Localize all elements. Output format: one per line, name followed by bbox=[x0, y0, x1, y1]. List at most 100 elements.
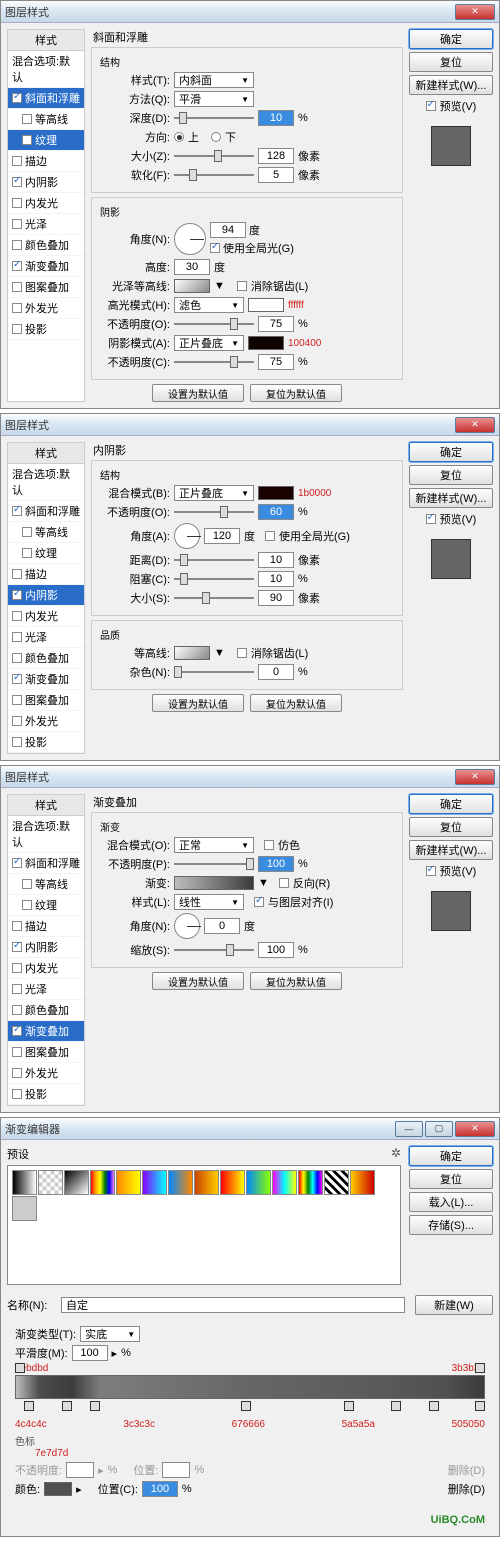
gear-icon[interactable]: ✲ bbox=[391, 1146, 401, 1162]
gradient-style-dropdown[interactable]: 线性▼ bbox=[174, 894, 244, 910]
sidebar-item-texture[interactable]: 纹理 bbox=[8, 130, 84, 151]
choke-slider[interactable] bbox=[174, 572, 254, 586]
preset-swatch[interactable] bbox=[38, 1170, 63, 1195]
color-stop[interactable] bbox=[429, 1401, 439, 1411]
close-icon[interactable]: ✕ bbox=[455, 4, 495, 20]
gradient-name-input[interactable]: 自定 bbox=[61, 1297, 405, 1313]
soften-input[interactable]: 5 bbox=[258, 167, 294, 183]
reset-default-button[interactable]: 复位为默认值 bbox=[250, 972, 342, 990]
preset-swatch[interactable] bbox=[12, 1170, 37, 1195]
angle-dial[interactable] bbox=[174, 223, 206, 255]
sidebar-item-bevel[interactable]: 斜面和浮雕 bbox=[8, 88, 84, 109]
align-checkbox[interactable] bbox=[254, 897, 264, 907]
size-input[interactable]: 128 bbox=[258, 148, 294, 164]
new-button[interactable]: 新建(W) bbox=[415, 1295, 493, 1315]
dir-down-radio[interactable] bbox=[211, 132, 221, 142]
altitude-input[interactable]: 30 bbox=[174, 259, 210, 275]
shadow-color-swatch[interactable] bbox=[248, 336, 284, 350]
soften-slider[interactable] bbox=[174, 168, 254, 182]
set-default-button[interactable]: 设置为默认值 bbox=[152, 972, 244, 990]
gloss-contour-picker[interactable] bbox=[174, 279, 210, 293]
sidebar-item-innerglow[interactable]: 内发光 bbox=[8, 193, 84, 214]
ok-button[interactable]: 确定 bbox=[409, 442, 493, 462]
opacity-slider[interactable] bbox=[174, 505, 254, 519]
color-stop[interactable] bbox=[90, 1401, 100, 1411]
preset-swatch[interactable] bbox=[324, 1170, 349, 1195]
preset-swatch[interactable] bbox=[272, 1170, 297, 1195]
checkbox[interactable] bbox=[12, 93, 22, 103]
shadow-opacity-input[interactable]: 75 bbox=[258, 354, 294, 370]
preset-swatch[interactable] bbox=[64, 1170, 89, 1195]
highlight-opacity-slider[interactable] bbox=[174, 317, 254, 331]
global-light-checkbox[interactable] bbox=[210, 243, 220, 253]
preset-swatch[interactable] bbox=[90, 1170, 115, 1195]
depth-input[interactable]: 10 bbox=[258, 110, 294, 126]
scale-input[interactable]: 100 bbox=[258, 942, 294, 958]
sidebar-item-stroke[interactable]: 描边 bbox=[8, 564, 84, 585]
opacity-input[interactable]: 60 bbox=[258, 504, 294, 520]
close-icon[interactable]: ✕ bbox=[455, 1121, 495, 1137]
color-stop[interactable] bbox=[475, 1401, 485, 1411]
distance-slider[interactable] bbox=[174, 553, 254, 567]
stop-color-swatch[interactable] bbox=[44, 1482, 72, 1496]
opacity-stop[interactable] bbox=[475, 1363, 485, 1373]
sidebar-item-contour[interactable]: 等高线 bbox=[8, 109, 84, 130]
contour-picker[interactable] bbox=[174, 646, 210, 660]
blend-options[interactable]: 混合选项:默认 bbox=[8, 816, 84, 853]
maximize-icon[interactable]: ▢ bbox=[425, 1121, 453, 1137]
preset-swatch[interactable] bbox=[142, 1170, 167, 1195]
reset-default-button[interactable]: 复位为默认值 bbox=[250, 384, 342, 402]
load-button[interactable]: 载入(L)... bbox=[409, 1192, 493, 1212]
checkbox[interactable] bbox=[12, 177, 22, 187]
gradient-type-dropdown[interactable]: 实底▼ bbox=[80, 1326, 140, 1342]
sidebar-item-satin[interactable]: 光泽 bbox=[8, 214, 84, 235]
size-input[interactable]: 90 bbox=[258, 590, 294, 606]
size-slider[interactable] bbox=[174, 149, 254, 163]
ok-button[interactable]: 确定 bbox=[409, 1146, 493, 1166]
angle-input[interactable]: 94 bbox=[210, 222, 246, 238]
angle-input[interactable]: 0 bbox=[204, 918, 240, 934]
sidebar-item-innerglow[interactable]: 内发光 bbox=[8, 606, 84, 627]
opacity-input[interactable]: 100 bbox=[258, 856, 294, 872]
color-stop[interactable] bbox=[344, 1401, 354, 1411]
checkbox[interactable] bbox=[12, 156, 22, 166]
ok-button[interactable]: 确定 bbox=[409, 794, 493, 814]
sidebar-item-contour[interactable]: 等高线 bbox=[8, 522, 84, 543]
blend-mode-dropdown[interactable]: 正片叠底▼ bbox=[174, 485, 254, 501]
sidebar-item-dropshadow[interactable]: 投影 bbox=[8, 319, 84, 340]
highlight-mode-dropdown[interactable]: 滤色▼ bbox=[174, 297, 244, 313]
angle-dial[interactable] bbox=[174, 523, 200, 549]
sidebar-item-outerglow[interactable]: 外发光 bbox=[8, 711, 84, 732]
opacity-stop[interactable] bbox=[15, 1363, 25, 1373]
minimize-icon[interactable]: — bbox=[395, 1121, 423, 1137]
noise-slider[interactable] bbox=[174, 665, 254, 679]
sidebar-item-innershadow[interactable]: 内阴影 bbox=[8, 172, 84, 193]
cancel-button[interactable]: 复位 bbox=[409, 817, 493, 837]
checkbox[interactable] bbox=[12, 198, 22, 208]
sidebar-item-texture[interactable]: 纹理 bbox=[8, 543, 84, 564]
angle-dial[interactable] bbox=[174, 913, 200, 939]
checkbox[interactable] bbox=[12, 261, 22, 271]
sidebar-item-patternoverlay[interactable]: 图案叠加 bbox=[8, 277, 84, 298]
close-icon[interactable]: ✕ bbox=[455, 769, 495, 785]
gradient-bar[interactable] bbox=[15, 1375, 485, 1399]
blend-options[interactable]: 混合选项:默认 bbox=[8, 464, 84, 501]
shadow-mode-dropdown[interactable]: 正片叠底▼ bbox=[174, 335, 244, 351]
sidebar-item-outerglow[interactable]: 外发光 bbox=[8, 298, 84, 319]
method-dropdown[interactable]: 平滑▼ bbox=[174, 91, 254, 107]
sidebar-item-gradoverlay[interactable]: 渐变叠加 bbox=[8, 256, 84, 277]
dir-up-radio[interactable] bbox=[174, 132, 184, 142]
preset-swatch[interactable] bbox=[350, 1170, 375, 1195]
sidebar-item-gradoverlay[interactable]: 渐变叠加 bbox=[8, 1021, 84, 1042]
preview-checkbox[interactable] bbox=[426, 101, 436, 111]
sidebar-item-innershadow[interactable]: 内阴影 bbox=[8, 585, 84, 606]
sidebar-item-bevel[interactable]: 斜面和浮雕 bbox=[8, 501, 84, 522]
gradient-picker[interactable] bbox=[174, 876, 254, 890]
preset-swatch[interactable] bbox=[194, 1170, 219, 1195]
sidebar-item-dropshadow[interactable]: 投影 bbox=[8, 732, 84, 753]
preset-grid[interactable] bbox=[7, 1165, 401, 1285]
highlight-opacity-input[interactable]: 75 bbox=[258, 316, 294, 332]
color-swatch[interactable] bbox=[258, 486, 294, 500]
size-slider[interactable] bbox=[174, 591, 254, 605]
checkbox[interactable] bbox=[12, 303, 22, 313]
